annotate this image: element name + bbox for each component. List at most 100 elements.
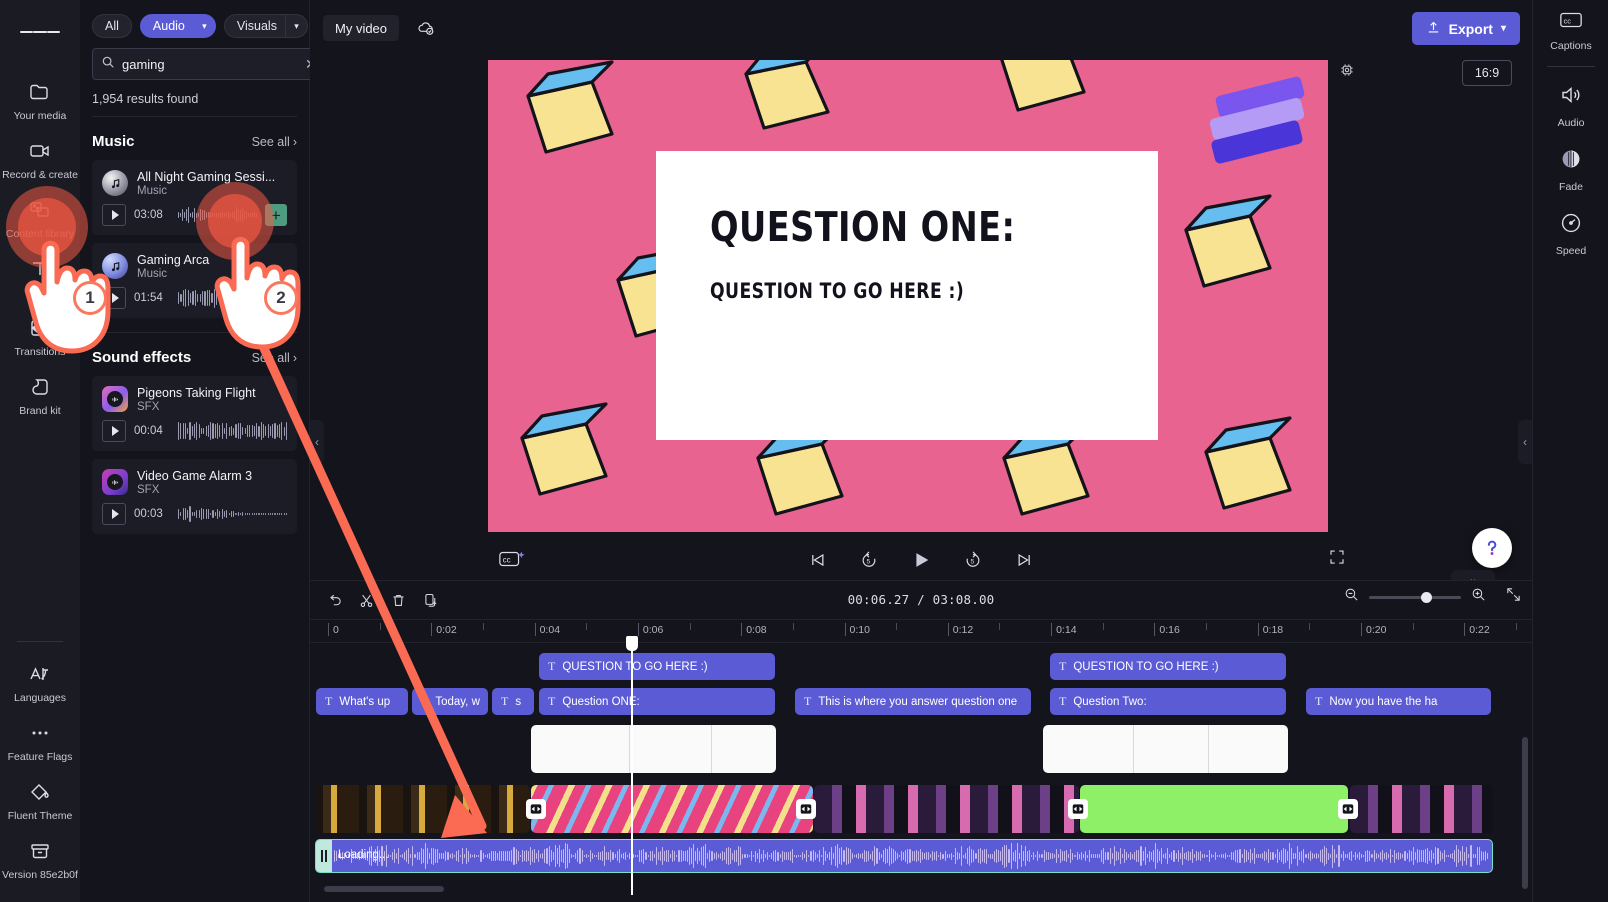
play-icon[interactable] [907,546,935,574]
help-button[interactable] [1472,528,1512,568]
sidebar-item-fluent-theme[interactable]: Fluent Theme [0,770,80,829]
right-item-label: Fade [1559,181,1583,193]
project-name-field[interactable]: My video [323,15,400,41]
aspect-ratio-button[interactable]: 16:9 [1462,60,1512,86]
timeline-audio-clip[interactable]: Loading... [315,839,1493,873]
timeline-text-clip[interactable]: T What's up [316,688,408,715]
timeline-text-clip[interactable]: T QUESTION TO GO HERE :) [539,653,775,680]
sidebar-item-brand-kit[interactable]: Brand kit [0,365,80,424]
forward-5-icon[interactable]: 5 [959,546,987,574]
transition-marker-icon[interactable] [796,799,816,819]
collapse-panel-left-button[interactable]: ‹ [310,420,324,464]
see-all-music-link[interactable]: See all › [252,135,297,149]
timeline-ruler[interactable]: 0 0:02 0:04 0:06 0:08 0:10 0:12 0:14 0:16 0:18 0:2… [310,619,1532,643]
right-item-speed[interactable]: Speed [1533,201,1608,265]
text-clip-label: Now you have the ha [1329,695,1438,708]
timeline: 00:06.27 / 03:08.00 0 0:02 0:04 0:06 0:0… [310,580,1532,902]
zoom-out-icon[interactable] [1343,586,1360,608]
right-item-fade[interactable]: Fade [1533,137,1608,201]
zoom-slider[interactable] [1369,591,1461,603]
timeline-overlay-clip[interactable] [531,725,776,773]
media-title: Gaming Arca [137,253,210,267]
media-card-bottom: 01:54 [102,287,287,309]
filter-chip-visuals-group[interactable]: Visuals ▾ [223,14,308,38]
play-icon[interactable] [102,503,126,525]
search-input[interactable] [122,56,298,72]
hamburger-menu-icon[interactable] [20,12,60,52]
filter-chip-audio[interactable]: Audio [139,14,194,38]
sidebar-item-your-media[interactable]: Your media [0,70,80,129]
filter-chip-all[interactable]: All [92,14,132,38]
ruler-tick: 0:12 [947,623,973,636]
media-card-music-2[interactable]: Gaming Arca Music 01:54 [92,243,297,318]
skip-to-end-icon[interactable] [1011,546,1039,574]
rewind-5-icon[interactable]: 5 [855,546,883,574]
media-card-music-1[interactable]: All Night Gaming Sessi... Music 03:08 + [92,160,297,235]
fit-to-screen-icon[interactable] [1505,586,1522,608]
playhead-handle[interactable] [626,636,638,651]
export-button[interactable]: Export ▾ [1411,12,1520,45]
timeline-text-clip[interactable]: T This is where you answer question one [795,688,1031,715]
play-icon[interactable] [102,204,126,226]
timeline-video-clip[interactable] [531,785,813,833]
sidebar-item-transitions[interactable]: Transitions [0,306,80,365]
timeline-text-clip[interactable]: T Today, w [412,688,488,715]
transport-buttons: 5 5 [310,546,1532,574]
ruler-minor-tick [689,623,691,630]
chevron-down-icon[interactable]: ▾ [1501,23,1506,34]
video-preview[interactable]: QUESTION ONE: QUESTION TO GO HERE :) [488,60,1328,532]
waveform-preview[interactable] [178,503,287,525]
sidebar-item-record-create[interactable]: Record & create [0,129,80,188]
timeline-text-clip[interactable]: T QUESTION TO GO HERE :) [1050,653,1286,680]
sidebar-item-feature-flags[interactable]: Feature Flags [0,711,80,770]
fullscreen-icon[interactable] [1328,548,1346,571]
waveform-preview[interactable] [178,420,287,442]
timeline-text-clip[interactable]: T Now you have the ha [1306,688,1491,715]
timeline-video-clip[interactable] [315,785,530,833]
timeline-horizontal-scrollbar[interactable] [324,886,444,892]
chevron-down-icon[interactable]: ▾ [285,14,308,38]
transitions-icon [27,315,53,341]
timeline-text-clip[interactable]: Ts [492,688,534,715]
right-item-audio[interactable]: Audio [1533,73,1608,137]
transition-marker-icon[interactable] [1338,799,1358,819]
skip-to-start-icon[interactable] [803,546,831,574]
sidebar-item-languages[interactable]: Languages [0,652,80,711]
sidebar-item-text[interactable]: Text [0,247,80,306]
zoom-slider-handle[interactable] [1420,591,1432,603]
media-card-sfx-1[interactable]: Pigeons Taking Flight SFX 00:04 [92,376,297,451]
timeline-vertical-scrollbar[interactable] [1522,737,1528,889]
timeline-overlay-clip[interactable] [1043,725,1288,773]
filter-chip-audio-group[interactable]: Audio ▾ [139,14,216,38]
cloud-saved-icon[interactable] [416,18,436,43]
sidebar-item-content-library[interactable]: Content library [0,188,80,247]
right-item-captions[interactable]: cc Captions [1533,0,1608,60]
chip-settings-icon[interactable] [1338,61,1356,84]
chevron-down-icon[interactable]: ▾ [193,14,216,38]
search-box[interactable]: ✕ [92,48,326,80]
add-to-timeline-button[interactable]: + [265,204,287,226]
filter-chip-visuals[interactable]: Visuals [223,14,286,38]
media-title: Pigeons Taking Flight [137,386,256,400]
media-card-sfx-2[interactable]: Video Game Alarm 3 SFX 00:03 [92,459,297,534]
track-text-upper: T QUESTION TO GO HERE :) T QUESTION TO GO H… [310,653,1532,680]
sidebar-item-version[interactable]: Version 85e2b0f [0,829,80,888]
play-icon[interactable] [102,420,126,442]
audio-clip-trim-handle[interactable] [316,840,332,872]
see-all-sfx-link[interactable]: See all › [252,351,297,365]
transition-marker-icon[interactable] [526,799,546,819]
waveform-preview[interactable] [178,204,257,226]
collapse-panel-right-button[interactable]: ‹ [1518,420,1532,464]
waveform-preview[interactable] [178,287,287,309]
play-icon[interactable] [102,287,126,309]
zoom-in-icon[interactable] [1470,586,1487,608]
timeline-text-clip[interactable]: T Question Two: [1050,688,1286,715]
transition-marker-icon[interactable] [1068,799,1088,819]
timeline-video-clip[interactable] [814,785,1079,833]
timeline-video-clip[interactable] [1350,785,1493,833]
media-type: SFX [137,484,160,496]
timeline-video-clip[interactable] [1080,785,1348,833]
album-art-thumbnail [102,253,128,279]
timeline-text-clip[interactable]: T Question ONE: [539,688,775,715]
ruler-minor-tick [379,623,381,630]
